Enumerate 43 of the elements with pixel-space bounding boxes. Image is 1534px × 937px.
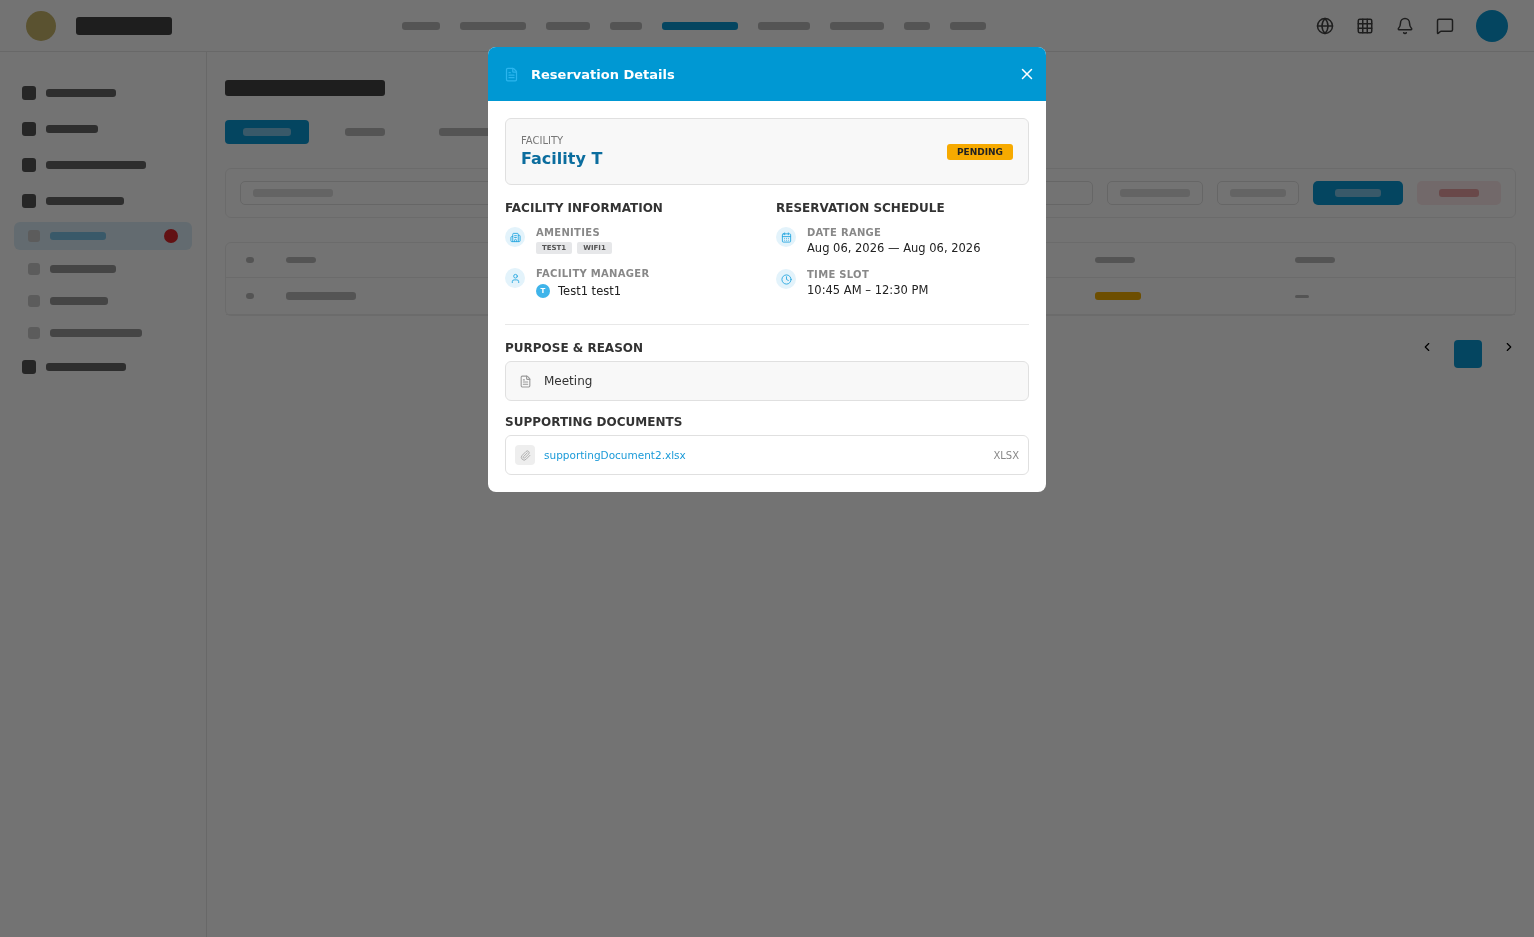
manager-name: Test1 test1 bbox=[558, 284, 622, 298]
nav-link[interactable] bbox=[758, 21, 810, 30]
document-icon bbox=[504, 66, 519, 82]
nav-link[interactable] bbox=[610, 21, 642, 30]
document-link[interactable]: supportingDocument2.xlsx bbox=[544, 449, 686, 461]
sidebar-subitem[interactable] bbox=[14, 222, 192, 250]
chat-icon[interactable] bbox=[1436, 16, 1454, 35]
reset-button[interactable] bbox=[1417, 181, 1501, 205]
section-heading: PURPOSE & REASON bbox=[505, 341, 645, 355]
facility-label: FACILITY bbox=[521, 135, 565, 146]
field-label: AMENITIES bbox=[536, 227, 601, 238]
filter-button[interactable] bbox=[1313, 181, 1403, 205]
nav-link[interactable] bbox=[546, 21, 590, 30]
nav-link[interactable] bbox=[460, 21, 526, 30]
field-label: FACILITY MANAGER bbox=[536, 268, 650, 279]
paperclip-icon bbox=[515, 445, 535, 465]
calendar-icon bbox=[776, 227, 796, 247]
section-heading: RESERVATION SCHEDULE bbox=[776, 201, 946, 215]
date-range: Aug 06, 2026 — Aug 06, 2026 bbox=[807, 241, 981, 255]
nav-link[interactable] bbox=[402, 21, 440, 30]
bell-icon[interactable] bbox=[1396, 16, 1414, 35]
user-icon bbox=[505, 268, 525, 288]
page-button[interactable] bbox=[1454, 340, 1482, 368]
globe-icon[interactable] bbox=[1316, 16, 1334, 35]
section-heading: FACILITY INFORMATION bbox=[505, 201, 664, 215]
seal-logo-icon bbox=[26, 10, 56, 41]
facility-name: Facility T bbox=[521, 149, 603, 168]
nav-link[interactable] bbox=[950, 21, 986, 30]
avatar[interactable] bbox=[1476, 9, 1508, 42]
note-icon bbox=[519, 374, 532, 388]
purpose-text: Meeting bbox=[544, 374, 593, 388]
grid-icon[interactable] bbox=[1356, 16, 1374, 35]
status-tag: PENDING bbox=[947, 143, 1013, 160]
nav-link[interactable] bbox=[830, 21, 884, 30]
field-label: DATE RANGE bbox=[807, 227, 883, 238]
nav-link[interactable] bbox=[904, 21, 930, 30]
section-heading: SUPPORTING DOCUMENTS bbox=[505, 415, 684, 429]
field-label: TIME SLOT bbox=[807, 269, 871, 280]
building-icon bbox=[505, 227, 525, 247]
clock-icon bbox=[776, 269, 796, 289]
file-type: XLSX bbox=[993, 449, 1019, 461]
time-slot: 10:45 AM – 12:30 PM bbox=[807, 283, 929, 297]
dialog-title: Reservation Details bbox=[531, 66, 675, 82]
